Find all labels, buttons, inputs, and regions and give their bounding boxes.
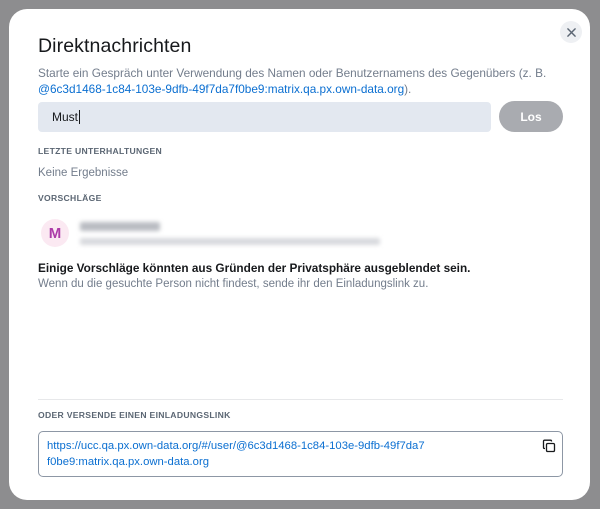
dialog-title: Direktnachrichten xyxy=(38,35,192,57)
copy-icon xyxy=(542,439,556,453)
suggestions-heading: VORSCHLÄGE xyxy=(38,193,102,203)
privacy-notice-title: Einige Vorschläge könnten aus Gründen de… xyxy=(38,261,471,275)
divider xyxy=(38,399,563,400)
close-icon xyxy=(566,27,576,37)
description-text: Starte ein Gespräch unter Verwendung des… xyxy=(38,66,547,80)
search-input-value: Must xyxy=(52,110,79,124)
example-user-id: @6c3d1468-1c84-103e-9dfb-49f7da7f0be9:ma… xyxy=(38,82,405,96)
recent-empty-text: Keine Ergebnisse xyxy=(38,167,129,179)
copy-button[interactable] xyxy=(542,439,556,453)
invite-link[interactable]: https://ucc.qa.px.own-data.org/#/user/@6… xyxy=(47,438,427,470)
dialog-description: Starte ein Gespräch unter Verwendung des… xyxy=(38,65,568,97)
search-input[interactable]: Must xyxy=(38,102,491,132)
recent-conversations-heading: LETZTE UNTERHALTUNGEN xyxy=(38,146,163,156)
text-caret xyxy=(79,110,81,124)
start-dm-dialog: Direktnachrichten Starte ein Gespräch un… xyxy=(9,9,590,500)
invite-link-heading: ODER VERSENDE EINEN EINLADUNGSLINK xyxy=(38,410,231,420)
description-suffix: ). xyxy=(404,82,412,96)
close-button[interactable] xyxy=(560,21,582,43)
invite-link-box: https://ucc.qa.px.own-data.org/#/user/@6… xyxy=(38,431,563,477)
suggestion-user-id-redacted xyxy=(80,238,380,245)
avatar: M xyxy=(41,219,69,247)
go-button[interactable]: Los xyxy=(499,101,563,132)
suggestion-name-redacted xyxy=(80,222,160,231)
privacy-notice-text: Wenn du die gesuchte Person nicht findes… xyxy=(38,278,429,290)
